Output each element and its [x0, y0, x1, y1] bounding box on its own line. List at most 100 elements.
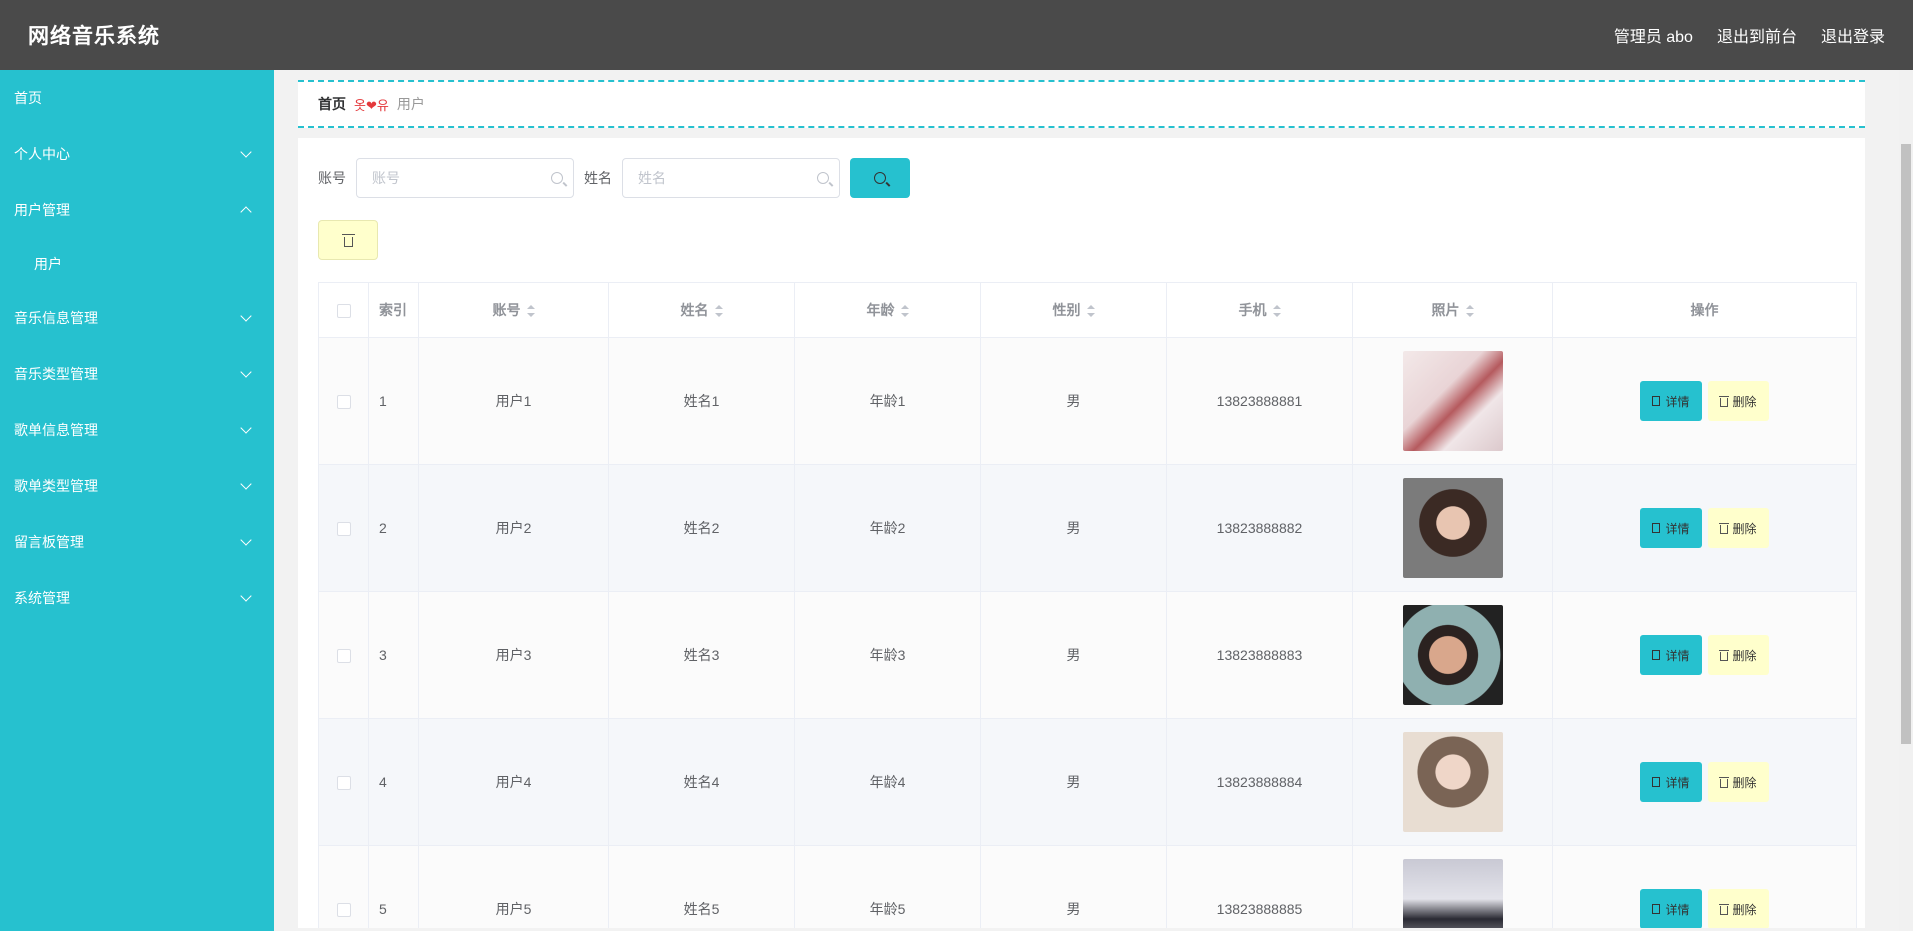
search-form: 账号 姓名	[318, 158, 1845, 198]
document-icon	[1652, 650, 1661, 660]
sidebar-item-message-board[interactable]: 留言板管理	[0, 514, 274, 570]
row-checkbox[interactable]	[336, 522, 351, 537]
sidebar-item-music-type[interactable]: 音乐类型管理	[0, 346, 274, 402]
header-actions: 操作	[1552, 282, 1857, 338]
cell-account: 用户1	[418, 337, 609, 465]
sidebar-item-user-management[interactable]: 用户管理	[0, 182, 274, 238]
table-row: 4 用户4 姓名4 年龄4 男 13823888884 详情 删除	[318, 718, 1857, 846]
detail-button[interactable]: 详情	[1640, 508, 1702, 548]
breadcrumb-current: 用户	[396, 96, 425, 112]
table-row: 1 用户1 姓名1 年龄1 男 13823888881 详情 删除	[318, 337, 1857, 465]
cell-actions: 详情 删除	[1552, 464, 1857, 592]
admin-user-link[interactable]: 管理员 abo	[1614, 23, 1693, 47]
detail-label: 详情	[1665, 521, 1690, 536]
delete-button[interactable]: 删除	[1707, 508, 1769, 548]
batch-delete-button[interactable]	[318, 220, 378, 260]
detail-label: 详情	[1665, 775, 1690, 790]
header-name[interactable]: 姓名	[608, 282, 795, 338]
sidebar-item-home[interactable]: 首页	[0, 70, 274, 126]
delete-button[interactable]: 删除	[1707, 762, 1769, 802]
search-icon	[874, 172, 886, 184]
logout-link[interactable]: 退出登录	[1821, 23, 1885, 47]
row-select-cell	[318, 464, 369, 592]
delete-button[interactable]: 删除	[1707, 381, 1769, 421]
cell-actions: 详情 删除	[1552, 337, 1857, 465]
delete-label: 删除	[1732, 394, 1757, 409]
scrollbar-thumb[interactable]	[1901, 144, 1911, 744]
row-checkbox[interactable]	[336, 903, 351, 918]
cell-phone: 13823888883	[1166, 591, 1353, 719]
sort-icon[interactable]	[526, 305, 535, 318]
sort-icon[interactable]	[1272, 305, 1281, 318]
cell-actions: 详情 删除	[1552, 845, 1857, 928]
sidebar-item-music-info[interactable]: 音乐信息管理	[0, 290, 274, 346]
account-search-input[interactable]	[372, 170, 532, 186]
cell-gender: 男	[980, 718, 1167, 846]
sort-icon[interactable]	[714, 305, 723, 318]
select-all-checkbox[interactable]	[336, 304, 351, 319]
sidebar-item-label: 系统管理	[14, 590, 70, 606]
cell-account: 用户4	[418, 718, 609, 846]
cell-phone: 13823888884	[1166, 718, 1353, 846]
row-checkbox[interactable]	[336, 395, 351, 410]
sort-icon[interactable]	[1465, 305, 1474, 318]
row-checkbox[interactable]	[336, 776, 351, 791]
header-age-label: 年龄	[866, 302, 895, 318]
delete-label: 删除	[1732, 775, 1757, 790]
header-gender-label: 性别	[1052, 302, 1081, 318]
delete-label: 删除	[1732, 521, 1757, 536]
sidebar-item-playlist-info[interactable]: 歌单信息管理	[0, 402, 274, 458]
trash-icon	[341, 233, 355, 247]
delete-label: 删除	[1732, 648, 1757, 663]
cell-gender: 男	[980, 845, 1167, 928]
trash-icon	[1718, 649, 1729, 661]
app-title: 网络音乐系统	[28, 25, 160, 48]
breadcrumb-home[interactable]: 首页	[318, 94, 346, 114]
cell-account: 用户3	[418, 591, 609, 719]
delete-button[interactable]: 删除	[1707, 635, 1769, 675]
account-input-wrapper	[356, 158, 574, 198]
cell-name: 姓名2	[608, 464, 795, 592]
header-phone[interactable]: 手机	[1166, 282, 1353, 338]
user-table: 索引 账号 姓名 年龄 性别 手机 照片 操作 1 用户1 姓名1 年龄1 男 …	[318, 282, 1857, 928]
user-photo	[1402, 859, 1503, 928]
cell-photo	[1352, 464, 1553, 592]
row-checkbox[interactable]	[336, 649, 351, 664]
page-scrollbar[interactable]	[1899, 70, 1913, 931]
exit-to-front-link[interactable]: 退出到前台	[1717, 23, 1797, 47]
delete-button[interactable]: 删除	[1707, 889, 1769, 928]
sidebar-item-personal-center[interactable]: 个人中心	[0, 126, 274, 182]
cell-gender: 男	[980, 337, 1167, 465]
breadcrumb: 首页 옷❤유 用户	[298, 80, 1865, 128]
table-header-row: 索引 账号 姓名 年龄 性别 手机 照片 操作	[318, 282, 1857, 338]
cell-photo	[1352, 337, 1553, 465]
sidebar-item-playlist-type[interactable]: 歌单类型管理	[0, 458, 274, 514]
cell-account: 用户2	[418, 464, 609, 592]
cell-phone: 13823888881	[1166, 337, 1353, 465]
sidebar-item-label: 音乐类型管理	[14, 366, 98, 382]
sidebar-item-users[interactable]: 用户	[0, 238, 274, 290]
detail-label: 详情	[1665, 648, 1690, 663]
name-search-input[interactable]	[638, 170, 798, 186]
sidebar-item-label: 歌单类型管理	[14, 478, 98, 494]
search-button[interactable]	[850, 158, 910, 198]
cell-age: 年龄1	[794, 337, 981, 465]
header-gender[interactable]: 性别	[980, 282, 1167, 338]
row-select-cell	[318, 591, 369, 719]
detail-button[interactable]: 详情	[1640, 381, 1702, 421]
header-age[interactable]: 年龄	[794, 282, 981, 338]
header-account[interactable]: 账号	[418, 282, 609, 338]
search-icon	[817, 172, 829, 184]
top-nav: 管理员 abo 退出到前台 退出登录	[1614, 23, 1885, 47]
sidebar-item-label: 首页	[14, 90, 42, 106]
detail-button[interactable]: 详情	[1640, 762, 1702, 802]
detail-button[interactable]: 详情	[1640, 635, 1702, 675]
cell-photo	[1352, 845, 1553, 928]
sidebar-item-system[interactable]: 系统管理	[0, 570, 274, 626]
user-photo	[1402, 605, 1503, 705]
header-photo[interactable]: 照片	[1352, 282, 1553, 338]
sort-icon[interactable]	[1086, 305, 1095, 318]
document-icon	[1652, 523, 1661, 533]
detail-button[interactable]: 详情	[1640, 889, 1702, 928]
sort-icon[interactable]	[900, 305, 909, 318]
